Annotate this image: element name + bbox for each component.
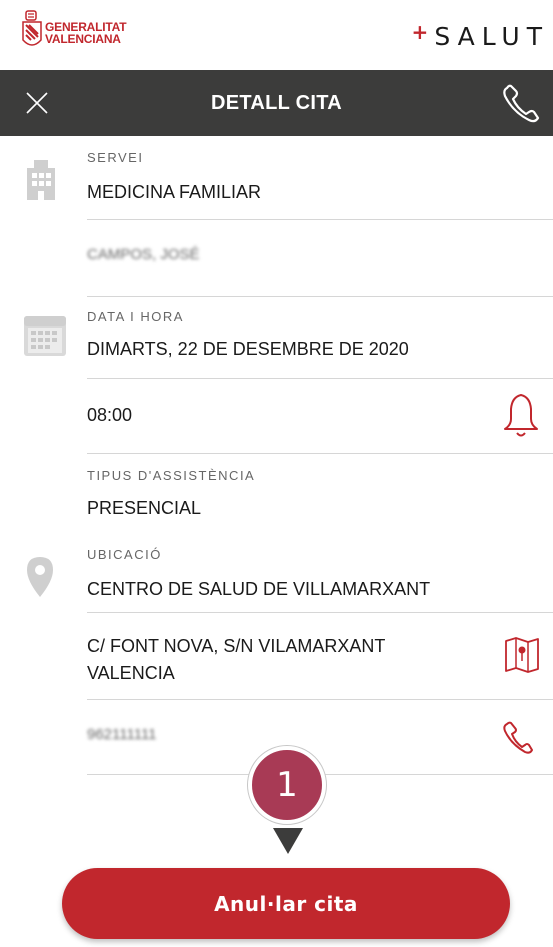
- service-value: MEDICINA FAMILIAR: [87, 182, 262, 202]
- salut-logo: +SALUT: [411, 20, 549, 51]
- date-value: DIMARTS, 22 DE DESEMBRE DE 2020: [87, 339, 409, 359]
- step-arrow-icon: [273, 828, 303, 854]
- doctor-name: CAMPOS, JOSÉ: [87, 246, 200, 263]
- doctor-row: CAMPOS, JOSÉ: [87, 220, 553, 297]
- bell-icon[interactable]: [501, 391, 541, 441]
- gva-crest-icon: [22, 10, 42, 46]
- address-value: C/ FONT NOVA, S/N VILAMARXANT VALENCIA: [87, 633, 385, 687]
- gva-wordmark: GENERALITAT VALENCIANA: [45, 20, 127, 46]
- phone-call-icon[interactable]: [501, 718, 541, 758]
- phone-number[interactable]: 962111111: [87, 726, 157, 743]
- header-bar: DETALL CITA: [0, 70, 553, 136]
- address-line2: VALENCIA: [87, 663, 175, 683]
- time-value: 08:00: [87, 405, 133, 425]
- brand-bar: GENERALITAT VALENCIANA +SALUT: [0, 0, 553, 70]
- page-title: DETALL CITA: [210, 92, 343, 114]
- time-row: 08:00: [87, 379, 553, 454]
- location-row: UBICACIÓ CENTRO DE SALUD DE VILLAMARXANT: [87, 533, 553, 613]
- datetime-label: DATA I HORA: [87, 309, 184, 324]
- assistance-label: TIPUS D'ASSISTÈNCIA: [87, 468, 256, 483]
- address-row: C/ FONT NOVA, S/N VILAMARXANT VALENCIA: [87, 613, 553, 700]
- calendar-icon: [24, 316, 66, 356]
- step-badge: 1: [248, 746, 326, 824]
- building-icon: [27, 160, 55, 200]
- service-label: SERVEI: [87, 150, 144, 165]
- address-line1: C/ FONT NOVA, S/N VILAMARXANT: [87, 636, 386, 656]
- service-row: SERVEI MEDICINA FAMILIAR: [87, 148, 553, 220]
- cancel-appointment-button[interactable]: Anul·lar cita: [62, 868, 510, 939]
- center-value: CENTRO DE SALUD DE VILLAMARXANT: [87, 579, 431, 599]
- assistance-value: PRESENCIAL: [87, 498, 202, 518]
- phone-icon[interactable]: [499, 80, 553, 126]
- datetime-row: DATA I HORA DIMARTS, 22 DE DESEMBRE DE 2…: [87, 297, 553, 379]
- map-icon[interactable]: [503, 635, 541, 675]
- location-pin-icon: [27, 557, 53, 597]
- location-label: UBICACIÓ: [87, 547, 162, 562]
- assistance-row: TIPUS D'ASSISTÈNCIA PRESENCIAL: [87, 454, 553, 533]
- gva-logo: GENERALITAT VALENCIANA: [22, 10, 127, 52]
